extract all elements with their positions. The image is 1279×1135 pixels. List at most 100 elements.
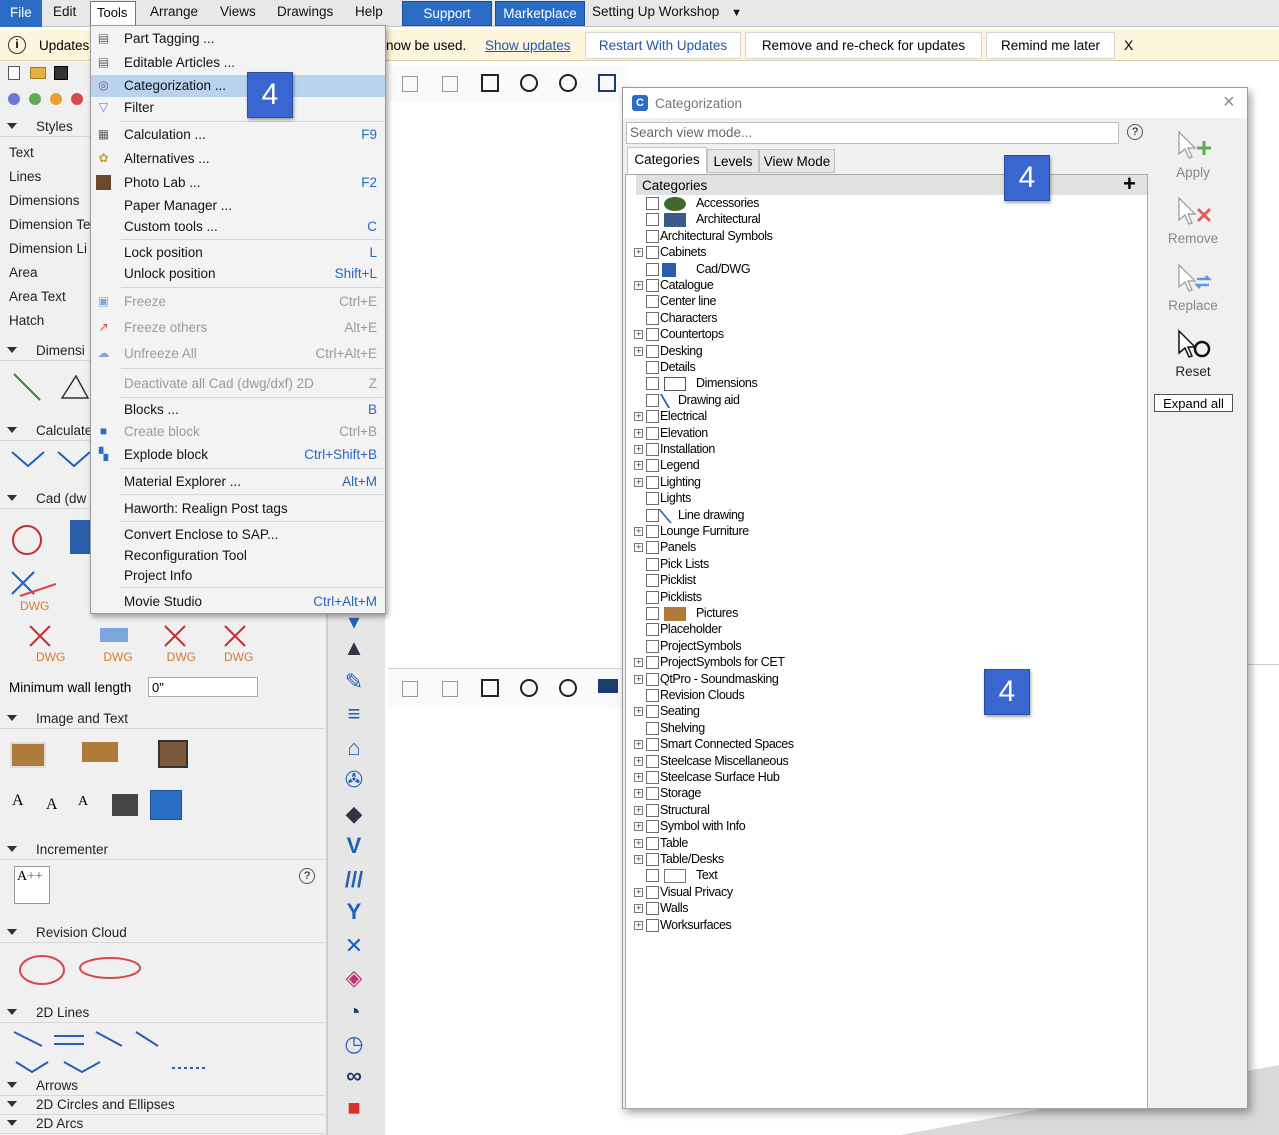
expand-icon[interactable]: + bbox=[634, 461, 643, 471]
category-checkbox[interactable] bbox=[646, 836, 659, 850]
circles-header[interactable]: 2D Circles and Ellipses bbox=[0, 1095, 325, 1115]
category-checkbox[interactable] bbox=[646, 557, 659, 571]
category-item[interactable]: + Countertops bbox=[634, 327, 1034, 343]
category-item[interactable]: ProjectSymbols bbox=[634, 639, 1034, 655]
expand-icon[interactable]: + bbox=[634, 855, 643, 864]
save-icon[interactable] bbox=[54, 66, 68, 80]
workshop-dropdown[interactable]: Setting Up Workshop ▼ bbox=[592, 4, 742, 19]
menu-item-alternatives[interactable]: ✿ Alternatives ... bbox=[91, 148, 385, 170]
category-checkbox[interactable] bbox=[646, 229, 659, 243]
level-off-icon[interactable] bbox=[71, 93, 83, 105]
zoom-icon[interactable] bbox=[8, 93, 20, 105]
category-checkbox[interactable] bbox=[646, 262, 659, 276]
min-wall-input[interactable]: 0" bbox=[148, 677, 258, 697]
category-item[interactable]: Placeholder bbox=[634, 622, 1034, 638]
wrench-icon[interactable]: ✕ bbox=[340, 932, 368, 960]
view-3d-icon[interactable] bbox=[442, 76, 458, 92]
camera-icon[interactable] bbox=[598, 679, 618, 693]
category-checkbox[interactable] bbox=[646, 853, 659, 866]
category-item[interactable]: Architectural bbox=[634, 212, 1034, 228]
menu-drawings[interactable]: Drawings bbox=[277, 4, 333, 19]
category-checkbox[interactable] bbox=[646, 197, 659, 210]
expand-icon[interactable]: + bbox=[634, 445, 643, 454]
menu-item-categorization[interactable]: ◎ Categorization ... bbox=[91, 75, 385, 97]
zoom-in-icon[interactable] bbox=[520, 74, 538, 92]
category-item[interactable]: + ProjectSymbols for CET bbox=[634, 655, 1034, 671]
menu-edit[interactable]: Edit bbox=[53, 4, 76, 19]
view-2d-icon[interactable] bbox=[402, 76, 418, 92]
image-text-header[interactable]: Image and Text bbox=[0, 709, 325, 729]
menu-item-movie-studio[interactable]: Movie Studio Ctrl+Alt+M bbox=[91, 591, 385, 613]
menu-item-filter[interactable]: ▽ Filter bbox=[91, 97, 385, 119]
dwg-tool-icon[interactable]: DWG bbox=[10, 570, 60, 614]
menu-views[interactable]: Views bbox=[220, 4, 256, 19]
category-checkbox[interactable] bbox=[646, 918, 659, 932]
category-item[interactable]: Characters bbox=[634, 311, 1034, 327]
house-icon[interactable]: ⌂ bbox=[340, 734, 368, 762]
menu-item-convert-enclose[interactable]: Convert Enclose to SAP... bbox=[91, 524, 385, 546]
category-checkbox[interactable] bbox=[646, 426, 659, 440]
category-item[interactable]: Pictures bbox=[634, 606, 1034, 622]
remove-recheck-button[interactable]: Remove and re-check for updates bbox=[745, 32, 982, 59]
category-checkbox[interactable] bbox=[646, 771, 659, 784]
menu-item-part-tagging[interactable]: ▤ Part Tagging ... bbox=[91, 28, 385, 50]
category-item[interactable]: Picklists bbox=[634, 590, 1034, 606]
category-item[interactable]: Text bbox=[634, 868, 1034, 884]
expand-icon[interactable]: + bbox=[634, 658, 643, 668]
expand-icon[interactable]: + bbox=[634, 740, 643, 750]
pdf-icon[interactable]: ◆ bbox=[340, 800, 368, 828]
style-item[interactable]: Lines bbox=[9, 169, 41, 184]
solar-panel-icon[interactable] bbox=[70, 520, 92, 554]
expand-icon[interactable]: + bbox=[634, 838, 643, 848]
expand-icon[interactable]: + bbox=[634, 887, 643, 897]
zoom-in-icon[interactable] bbox=[520, 679, 538, 697]
menu-item-explode-block[interactable]: ▚ Explode block Ctrl+Shift+B bbox=[91, 444, 385, 466]
expand-icon[interactable]: + bbox=[634, 428, 643, 438]
revision-cloud-icon[interactable] bbox=[18, 950, 148, 990]
expand-icon[interactable]: + bbox=[634, 904, 643, 914]
shape-icon[interactable]: ▲ bbox=[340, 634, 368, 662]
category-checkbox[interactable] bbox=[646, 754, 659, 768]
remind-later-button[interactable]: Remind me later bbox=[986, 32, 1115, 59]
expand-icon[interactable]: + bbox=[634, 920, 643, 930]
style-item[interactable]: Dimensions bbox=[9, 193, 80, 208]
category-checkbox[interactable] bbox=[646, 459, 659, 473]
category-item[interactable]: + Symbol with Info bbox=[634, 819, 1034, 835]
torch-icon[interactable]: Y bbox=[340, 898, 368, 926]
close-icon[interactable]: × bbox=[1223, 91, 1235, 114]
category-item[interactable]: Details bbox=[634, 360, 1034, 376]
menu-item-project-info[interactable]: Project Info bbox=[91, 565, 385, 587]
expand-all-button[interactable]: Expand all bbox=[1154, 394, 1233, 412]
category-checkbox[interactable] bbox=[646, 607, 659, 620]
category-item[interactable]: Lights bbox=[634, 491, 1034, 507]
lines2d-header[interactable]: 2D Lines bbox=[0, 1003, 325, 1023]
style-item[interactable]: Area bbox=[9, 265, 38, 280]
category-checkbox[interactable] bbox=[646, 475, 659, 489]
category-item[interactable]: + Steelcase Surface Hub bbox=[634, 770, 1034, 786]
help-icon[interactable]: ? bbox=[1127, 124, 1143, 140]
menu-item-haworth-realign[interactable]: Haworth: Realign Post tags bbox=[91, 498, 385, 520]
category-item[interactable]: + Storage bbox=[634, 786, 1034, 802]
menu-item-material-explorer[interactable]: Material Explorer ... Alt+M bbox=[91, 471, 385, 493]
tab-levels[interactable]: Levels bbox=[707, 149, 759, 173]
category-checkbox[interactable] bbox=[646, 721, 659, 735]
category-item[interactable]: + Desking bbox=[634, 344, 1034, 360]
ring-icon[interactable]: ◔ bbox=[340, 998, 368, 1026]
menu-item-blocks[interactable]: Blocks ... B bbox=[91, 399, 385, 421]
category-checkbox[interactable] bbox=[646, 623, 659, 637]
lines-icon[interactable]: ≡ bbox=[340, 700, 368, 728]
expand-icon[interactable]: + bbox=[634, 756, 643, 766]
category-item[interactable]: + Table/Desks bbox=[634, 852, 1034, 868]
arrows-header[interactable]: Arrows bbox=[0, 1076, 325, 1096]
add-category-icon[interactable]: + bbox=[1123, 171, 1136, 197]
category-checkbox[interactable] bbox=[646, 311, 659, 325]
zoom-extents-icon[interactable] bbox=[481, 74, 499, 92]
category-item[interactable]: Drawing aid bbox=[634, 393, 1034, 409]
expand-icon[interactable]: + bbox=[634, 674, 643, 684]
level-down-icon[interactable] bbox=[50, 93, 62, 105]
incrementer-tool-icon[interactable]: A++ bbox=[14, 866, 50, 904]
menu-item-calculation[interactable]: ▦ Calculation ... F9 bbox=[91, 124, 385, 146]
wand-icon[interactable]: ✎ bbox=[340, 668, 368, 696]
zoom-extents-icon[interactable] bbox=[481, 679, 499, 697]
category-checkbox[interactable] bbox=[646, 574, 659, 588]
